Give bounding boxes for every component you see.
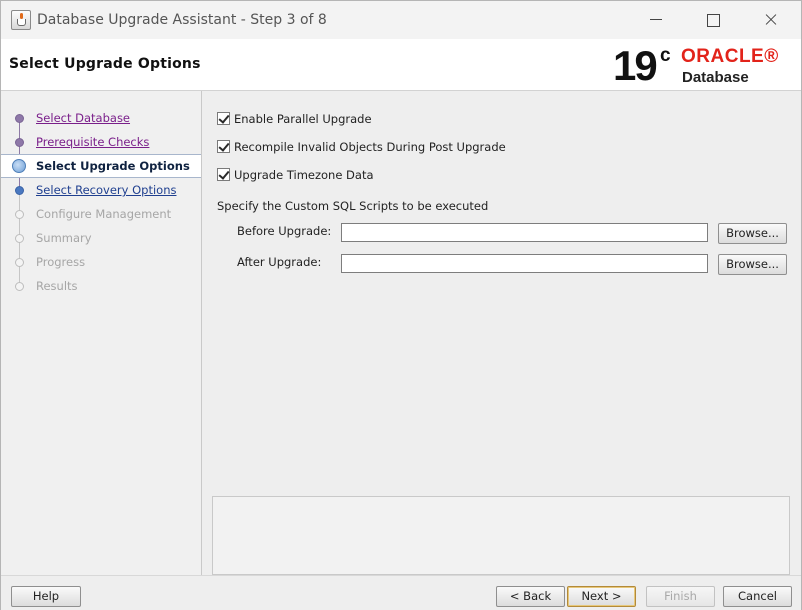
help-button[interactable]: Help <box>11 586 81 607</box>
title-bar: Database Upgrade Assistant - Step 3 of 8 <box>1 1 801 39</box>
nav-item-label: Select Recovery Options <box>36 183 177 197</box>
before-upgrade-input[interactable] <box>341 223 708 242</box>
custom-sql-section-label: Specify the Custom SQL Scripts to be exe… <box>217 199 489 213</box>
nav-item-summary: Summary <box>1 227 201 249</box>
parallel-upgrade-checkbox[interactable] <box>217 112 230 125</box>
message-area <box>212 496 790 575</box>
next-button[interactable]: Next > <box>567 586 636 607</box>
parallel-upgrade-label: Enable Parallel Upgrade <box>234 112 372 126</box>
nav-item-label: Configure Management <box>36 207 172 221</box>
nav-item-label: Results <box>36 279 78 293</box>
after-upgrade-browse-button[interactable]: Browse... <box>718 254 787 275</box>
nav-item-results: Results <box>1 275 201 297</box>
nav-item-label: Summary <box>36 231 92 245</box>
nav-item-label: Progress <box>36 255 86 269</box>
wizard-header: Select Upgrade Options 19 c ORACLE® Data… <box>1 39 801 91</box>
logo-product: Database <box>682 69 749 86</box>
step-pending-icon <box>15 282 24 291</box>
nav-item-configure-management: Configure Management <box>1 203 201 225</box>
upgrade-options-panel: Enable Parallel Upgrade Recompile Invali… <box>203 91 801 575</box>
nav-item-label: Select Database <box>36 111 131 125</box>
minimize-button[interactable] <box>645 9 667 31</box>
step-pending-icon <box>15 234 24 243</box>
logo-version-suffix: c <box>660 45 671 66</box>
nav-item-select-database[interactable]: Select Database <box>1 107 201 129</box>
timezone-data-label: Upgrade Timezone Data <box>234 168 374 182</box>
nav-item-select-recovery-options[interactable]: Select Recovery Options <box>1 179 201 201</box>
back-button[interactable]: < Back <box>496 586 565 607</box>
step-pending-icon <box>15 210 24 219</box>
nav-item-progress: Progress <box>1 251 201 273</box>
recompile-invalid-checkbox[interactable] <box>217 140 230 153</box>
cancel-button[interactable]: Cancel <box>723 586 792 607</box>
dbua-window: Database Upgrade Assistant - Step 3 of 8… <box>0 0 802 610</box>
nav-item-label: Select Upgrade Options <box>36 159 190 173</box>
maximize-button[interactable] <box>702 9 724 31</box>
before-upgrade-label: Before Upgrade: <box>237 224 332 238</box>
recompile-invalid-label: Recompile Invalid Objects During Post Up… <box>234 140 506 154</box>
step-navigator: Select Database Prerequisite Checks Sele… <box>1 91 202 575</box>
step-done-icon <box>15 138 24 147</box>
nav-item-label: Prerequisite Checks <box>36 135 150 149</box>
page-title: Select Upgrade Options <box>9 56 201 72</box>
after-upgrade-input[interactable] <box>341 254 708 273</box>
close-button[interactable] <box>760 9 782 31</box>
logo-version: 19 <box>613 42 658 89</box>
after-upgrade-label: After Upgrade: <box>237 255 322 269</box>
nav-item-select-upgrade-options: Select Upgrade Options <box>1 154 201 178</box>
window-title: Database Upgrade Assistant - Step 3 of 8 <box>37 12 327 28</box>
oracle-logo: ORACLE® <box>681 46 779 67</box>
wizard-footer: Help < Back Next > Finish Cancel <box>1 575 801 610</box>
step-pending-icon <box>15 258 24 267</box>
finish-button: Finish <box>646 586 715 607</box>
java-app-icon <box>11 10 31 30</box>
step-done-icon <box>15 114 24 123</box>
timezone-data-checkbox[interactable] <box>217 168 230 181</box>
before-upgrade-browse-button[interactable]: Browse... <box>718 223 787 244</box>
nav-item-prerequisite-checks[interactable]: Prerequisite Checks <box>1 131 201 153</box>
step-next-icon <box>15 186 24 195</box>
step-current-icon <box>12 159 26 173</box>
